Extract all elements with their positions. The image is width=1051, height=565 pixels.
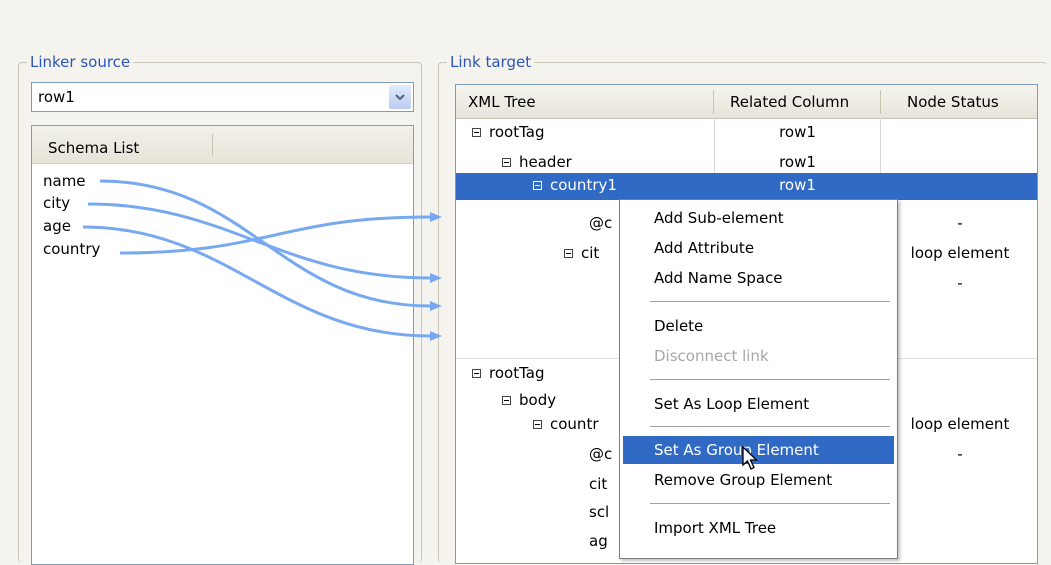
menu-add-attribute[interactable]: Add Attribute (623, 234, 894, 262)
menu-add-name-space[interactable]: Add Name Space (623, 264, 894, 292)
menu-add-sub-element[interactable]: Add Sub-element (623, 204, 894, 232)
menu-set-as-loop-element[interactable]: Set As Loop Element (623, 390, 894, 418)
menu-import-xml-tree[interactable]: Import XML Tree (623, 514, 894, 542)
menu-delete[interactable]: Delete (623, 312, 894, 340)
link-arrow (430, 212, 442, 222)
link-city (87, 202, 431, 280)
menu-disconnect-link: Disconnect link (654, 347, 769, 365)
link-arrow (430, 301, 442, 311)
link-arrow (430, 331, 442, 341)
mouse-cursor-icon (742, 446, 759, 470)
link-arrow (430, 273, 442, 283)
link-age (82, 225, 431, 338)
context-menu: Add Sub-element Add Attribute Add Name S… (619, 199, 898, 559)
